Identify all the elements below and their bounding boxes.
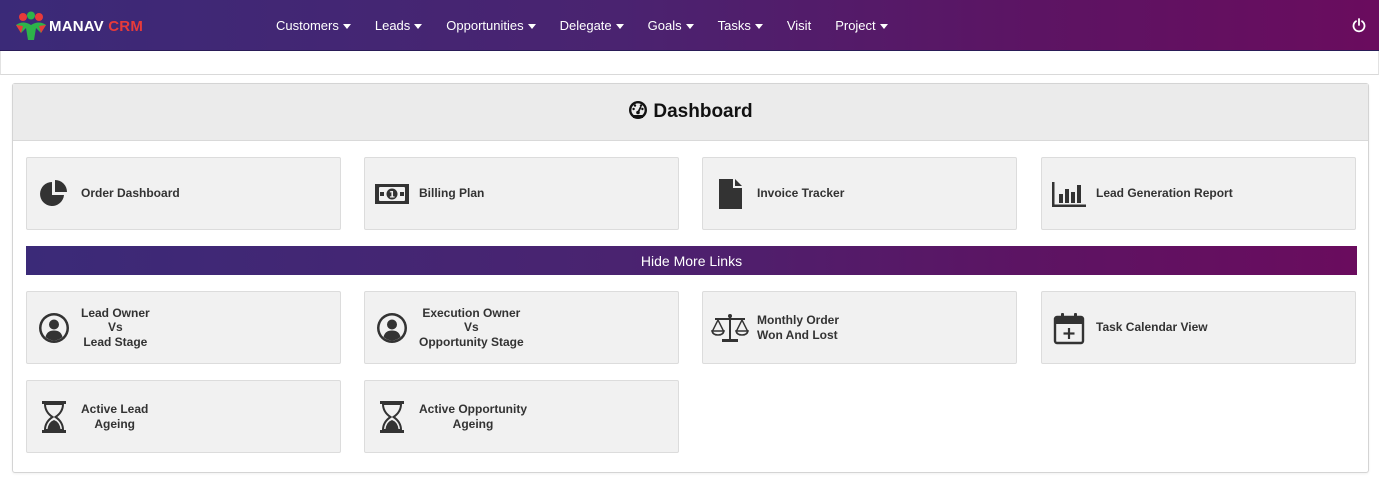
billing-plan-tile[interactable]: 1 Billing Plan bbox=[364, 157, 679, 230]
nav-delegate[interactable]: Delegate bbox=[552, 0, 632, 51]
tile-label: Task Calendar View bbox=[1096, 320, 1208, 335]
sub-header-bar bbox=[0, 51, 1379, 75]
invoice-tracker-tile[interactable]: Invoice Tracker bbox=[702, 157, 1017, 230]
page-title: Dashboard bbox=[653, 101, 753, 122]
hide-more-links-button[interactable]: Hide More Links bbox=[26, 246, 1357, 275]
caret-down-icon bbox=[754, 23, 763, 29]
tile-label: Execution Owner Vs Opportunity Stage bbox=[419, 305, 524, 349]
file-icon bbox=[711, 175, 749, 213]
balance-scale-icon bbox=[711, 309, 749, 347]
active-lead-ageing-tile[interactable]: Active Lead Ageing bbox=[26, 380, 341, 453]
calendar-plus-icon bbox=[1050, 309, 1088, 347]
caret-down-icon bbox=[527, 23, 536, 29]
execution-owner-vs-opportunity-stage-tile[interactable]: Execution Owner Vs Opportunity Stage bbox=[364, 291, 679, 364]
tile-label: Monthly Order Won And Lost bbox=[757, 313, 840, 342]
brand-logo-link[interactable]: MANAV CRM bbox=[14, 11, 143, 41]
hourglass-icon bbox=[373, 398, 411, 436]
lead-generation-report-tile[interactable]: Lead Generation Report bbox=[1041, 157, 1356, 230]
tachometer-icon bbox=[628, 100, 648, 125]
tile-label: Order Dashboard bbox=[81, 186, 180, 201]
user-circle-icon bbox=[373, 309, 411, 347]
caret-down-icon bbox=[615, 23, 624, 29]
money-bill-icon: 1 bbox=[373, 175, 411, 213]
top-navbar: MANAV CRM Customers Leads Opportunities … bbox=[0, 0, 1379, 51]
dashboard-heading: Dashboard bbox=[13, 84, 1368, 141]
caret-down-icon bbox=[414, 23, 423, 29]
main-nav-menu: Customers Leads Opportunities Delegate G… bbox=[268, 0, 904, 51]
caret-down-icon bbox=[685, 23, 694, 29]
task-calendar-view-tile[interactable]: Task Calendar View bbox=[1041, 291, 1356, 364]
nav-project[interactable]: Project bbox=[827, 0, 895, 51]
power-icon[interactable] bbox=[1351, 17, 1367, 33]
tile-label: Billing Plan bbox=[419, 186, 485, 201]
tile-label: Active Opportunity Ageing bbox=[419, 402, 528, 431]
pie-chart-icon bbox=[35, 175, 73, 213]
order-dashboard-tile[interactable]: Order Dashboard bbox=[26, 157, 341, 230]
nav-opportunities[interactable]: Opportunities bbox=[438, 0, 543, 51]
dashboard-panel: Dashboard Order Dashboard 1 Billing Plan bbox=[12, 83, 1369, 473]
caret-down-icon bbox=[342, 23, 351, 29]
svg-text:1: 1 bbox=[389, 190, 395, 200]
tile-label: Lead Generation Report bbox=[1096, 186, 1233, 201]
lead-owner-vs-lead-stage-tile[interactable]: Lead Owner Vs Lead Stage bbox=[26, 291, 341, 364]
nav-goals[interactable]: Goals bbox=[640, 0, 702, 51]
caret-down-icon bbox=[879, 23, 888, 29]
nav-leads[interactable]: Leads bbox=[367, 0, 430, 51]
brand-name: MANAV CRM bbox=[49, 17, 144, 35]
nav-tasks[interactable]: Tasks bbox=[710, 0, 771, 51]
tile-label: Invoice Tracker bbox=[757, 186, 845, 201]
tile-label: Active Lead Ageing bbox=[81, 402, 149, 431]
active-opportunity-ageing-tile[interactable]: Active Opportunity Ageing bbox=[364, 380, 679, 453]
people-logo-icon bbox=[14, 11, 48, 41]
tile-label: Lead Owner Vs Lead Stage bbox=[81, 305, 150, 349]
hourglass-icon bbox=[35, 398, 73, 436]
bar-chart-icon bbox=[1050, 175, 1088, 213]
nav-customers[interactable]: Customers bbox=[268, 0, 359, 51]
monthly-order-won-lost-tile[interactable]: Monthly Order Won And Lost bbox=[702, 291, 1017, 364]
user-circle-icon bbox=[35, 309, 73, 347]
nav-visit[interactable]: Visit bbox=[779, 0, 819, 51]
